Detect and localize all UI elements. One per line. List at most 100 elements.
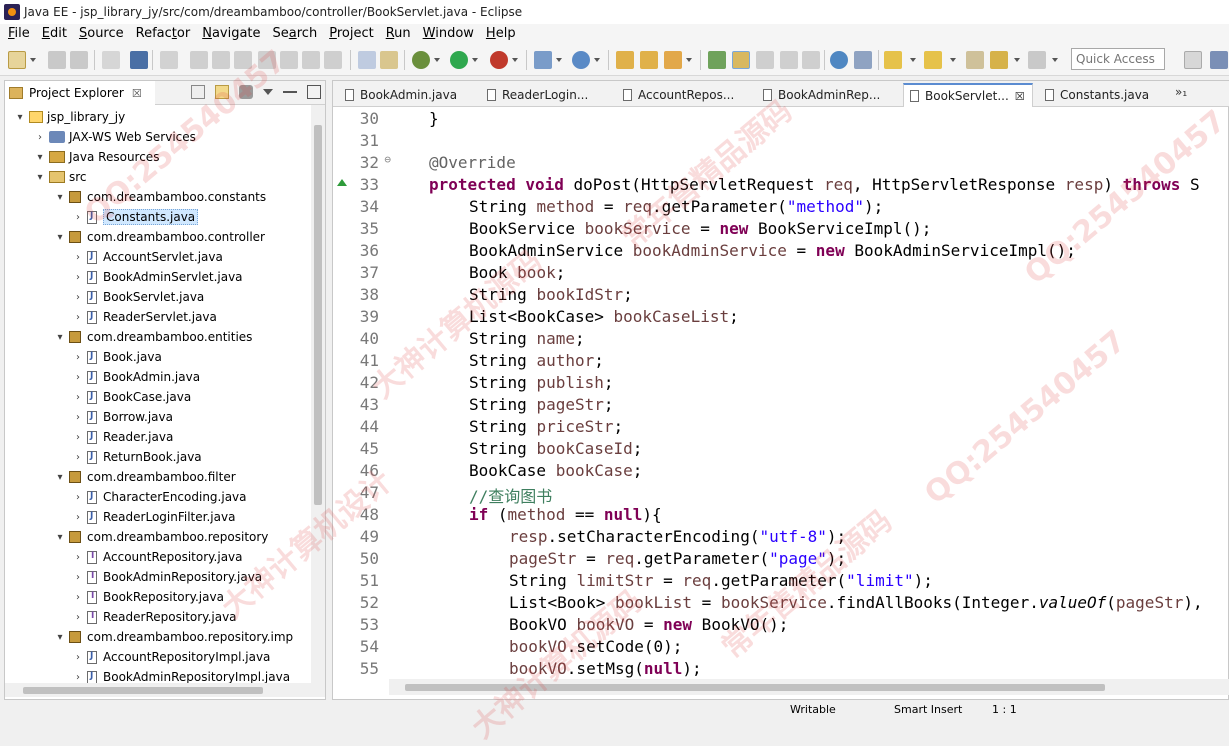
code-line[interactable]: 48 if (method == null){ xyxy=(333,505,1229,527)
back-arrow-icon[interactable] xyxy=(990,51,1008,69)
new-icon[interactable] xyxy=(8,51,26,69)
expanded-arrow-icon[interactable]: ▾ xyxy=(55,632,65,643)
tree-file[interactable]: › BookServlet.java xyxy=(73,287,204,307)
run-icon[interactable] xyxy=(450,51,468,69)
code-line[interactable]: 37 Book book; xyxy=(333,263,1229,285)
editor-tab[interactable]: AccountRepos... xyxy=(617,83,753,107)
code-line[interactable]: 45 String bookCaseId; xyxy=(333,439,1229,461)
code-line[interactable]: 55 bookVO.setMsg(null); xyxy=(333,659,1229,681)
tree-vertical-scrollbar[interactable] xyxy=(311,105,325,685)
minimize-icon[interactable] xyxy=(283,85,297,93)
scroll-thumb[interactable] xyxy=(314,125,322,505)
code-line[interactable]: 40 String name; xyxy=(333,329,1229,351)
code-line[interactable]: 46 BookCase bookCase; xyxy=(333,461,1229,483)
editor-horizontal-scrollbar[interactable] xyxy=(389,679,1229,695)
collapsed-arrow-icon[interactable]: › xyxy=(73,432,83,443)
collapsed-arrow-icon[interactable]: › xyxy=(73,652,83,663)
external-tools-icon[interactable] xyxy=(534,51,552,69)
menu-item-run[interactable]: Run xyxy=(380,25,417,43)
tree-file[interactable]: › Borrow.java xyxy=(73,407,173,427)
collapsed-arrow-icon[interactable]: › xyxy=(73,252,83,263)
code-line[interactable]: 34 String method = req.getParameter("meth… xyxy=(333,197,1229,219)
code-line[interactable]: 41 String author; xyxy=(333,351,1229,373)
chevron-down-icon[interactable] xyxy=(1014,58,1020,62)
previous-annotation-icon[interactable] xyxy=(924,51,942,69)
collapsed-arrow-icon[interactable]: › xyxy=(73,212,83,223)
chevron-down-icon[interactable] xyxy=(30,58,36,62)
step-into-icon[interactable] xyxy=(280,51,298,69)
expanded-arrow-icon[interactable]: ▾ xyxy=(55,232,65,243)
collapsed-arrow-icon[interactable]: › xyxy=(73,392,83,403)
quick-access-input[interactable] xyxy=(1071,48,1165,70)
menu-item-window[interactable]: Window xyxy=(417,25,480,43)
tree-node[interactable]: › JAX-WS Web Services xyxy=(35,127,196,147)
tree-node[interactable]: ▾ jsp_library_jy xyxy=(15,107,125,127)
chevron-down-icon[interactable] xyxy=(512,58,518,62)
editor-tab[interactable]: ReaderLogin... xyxy=(481,83,613,107)
code-line[interactable]: 38 String bookIdStr; xyxy=(333,285,1229,307)
code-line[interactable]: 35 BookService bookService = new BookServ… xyxy=(333,219,1229,241)
view-menu-icon[interactable] xyxy=(263,89,273,95)
terminate-icon[interactable] xyxy=(234,51,252,69)
last-edit-icon[interactable] xyxy=(966,51,984,69)
maximize-icon[interactable] xyxy=(307,85,321,99)
editor-tab[interactable]: BookAdmin.java xyxy=(339,83,479,107)
tree-file[interactable]: › Constants.java xyxy=(73,207,199,227)
open-perspective-icon[interactable] xyxy=(1184,51,1202,69)
menu-item-search[interactable]: Search xyxy=(267,25,324,43)
code-line[interactable]: 52 List<Book> bookList = bookService.find… xyxy=(333,593,1229,615)
close-icon[interactable]: ☒ xyxy=(132,87,142,100)
chevron-down-icon[interactable] xyxy=(686,58,692,62)
chevron-down-icon[interactable] xyxy=(472,58,478,62)
tree-file[interactable]: › AccountServlet.java xyxy=(73,247,223,267)
menu-item-navigate[interactable]: Navigate xyxy=(196,25,266,43)
paragraph-icon[interactable] xyxy=(802,51,820,69)
close-icon[interactable]: ☒ xyxy=(1015,90,1025,103)
tree-file[interactable]: › AccountRepositoryImpl.java xyxy=(73,647,270,667)
code-line[interactable]: 33 protected void doPost(HttpServletReque… xyxy=(333,175,1229,197)
code-line[interactable]: 50 pageStr = req.getParameter("page"); xyxy=(333,549,1229,571)
menu-item-file[interactable]: File xyxy=(2,25,36,43)
globe-icon[interactable] xyxy=(830,51,848,69)
open-type-icon[interactable] xyxy=(380,51,398,69)
menu-item-help[interactable]: Help xyxy=(480,25,522,43)
expanded-arrow-icon[interactable]: ▾ xyxy=(55,332,65,343)
code-line[interactable]: 31 xyxy=(333,131,1229,153)
tree-file[interactable]: › ReaderRepository.java xyxy=(73,607,237,627)
chevron-down-icon[interactable] xyxy=(594,58,600,62)
collapsed-arrow-icon[interactable]: › xyxy=(73,372,83,383)
editor-tab[interactable]: BookServlet... ☒ xyxy=(903,83,1033,107)
tree-horizontal-scrollbar[interactable] xyxy=(5,683,325,697)
collapsed-arrow-icon[interactable]: › xyxy=(73,412,83,423)
scroll-thumb[interactable] xyxy=(405,684,1105,691)
collapsed-arrow-icon[interactable]: › xyxy=(73,312,83,323)
coverage-icon[interactable] xyxy=(490,51,508,69)
tree-file[interactable]: › BookAdmin.java xyxy=(73,367,200,387)
java-ee-perspective-icon[interactable] xyxy=(1210,51,1228,69)
collapsed-arrow-icon[interactable]: › xyxy=(73,592,83,603)
block-selection-icon[interactable] xyxy=(780,51,798,69)
code-line[interactable]: 44 String priceStr; xyxy=(333,417,1229,439)
collapse-all-icon[interactable] xyxy=(191,85,205,99)
debug-icon[interactable] xyxy=(412,51,430,69)
editor-tab[interactable]: BookAdminRep... xyxy=(757,83,899,107)
menu-item-project[interactable]: Project xyxy=(323,25,380,43)
code-line[interactable]: 47 //查询图书 xyxy=(333,483,1229,506)
tree-package[interactable]: ▾ com.dreambamboo.controller xyxy=(55,227,264,247)
tools-icon[interactable] xyxy=(854,51,872,69)
chevron-down-icon[interactable] xyxy=(910,58,916,62)
chevron-down-icon[interactable] xyxy=(1052,58,1058,62)
tab-project-explorer[interactable]: Project Explorer ☒ xyxy=(5,81,155,105)
disconnect-icon[interactable] xyxy=(258,51,276,69)
tree-file[interactable]: › Reader.java xyxy=(73,427,173,447)
menu-item-source[interactable]: Source xyxy=(73,25,130,43)
highlight-icon[interactable] xyxy=(732,51,750,69)
tree-package[interactable]: ▾ com.dreambamboo.repository xyxy=(55,527,268,547)
collapsed-arrow-icon[interactable]: › xyxy=(73,292,83,303)
tree-file[interactable]: › BookCase.java xyxy=(73,387,191,407)
expanded-arrow-icon[interactable]: ▾ xyxy=(55,192,65,203)
search-icon[interactable] xyxy=(708,51,726,69)
code-line[interactable]: 53 BookVO bookVO = new BookVO(); xyxy=(333,615,1229,637)
chevron-down-icon[interactable] xyxy=(950,58,956,62)
collapsed-arrow-icon[interactable]: › xyxy=(73,452,83,463)
